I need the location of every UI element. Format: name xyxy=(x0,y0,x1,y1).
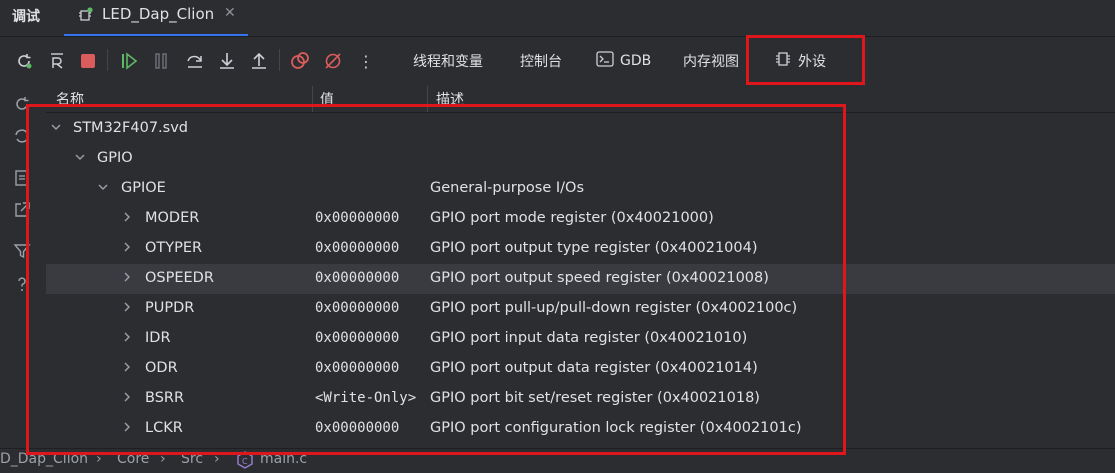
debug-title: 调试 xyxy=(12,9,40,25)
mute-breakpoints-icon[interactable] xyxy=(323,51,343,71)
step-into-icon[interactable] xyxy=(217,51,237,71)
resume-icon[interactable] xyxy=(119,51,139,71)
toolbar-divider xyxy=(107,49,108,71)
terminal-icon xyxy=(596,51,614,71)
toolbar-divider xyxy=(279,49,280,71)
pause-icon[interactable] xyxy=(151,51,171,71)
rerun-icon[interactable] xyxy=(14,51,34,71)
tab-memory-view[interactable]: 内存视图 xyxy=(683,51,739,71)
close-icon[interactable]: ✕ xyxy=(224,5,236,21)
tab-led-dap-clion[interactable]: LED_Dap_Clion ✕ xyxy=(64,0,248,36)
step-over-icon[interactable] xyxy=(185,51,205,71)
gdb-label: GDB xyxy=(620,53,652,69)
tab-threads-variables[interactable]: 线程和变量 xyxy=(413,51,483,71)
peripherals-highlight-box xyxy=(746,35,865,85)
debug-toolbar: ⋮ 线程和变量 控制台 GDB 内存视图 外设 xyxy=(0,37,1115,83)
debug-config-icon xyxy=(78,7,93,21)
stop-icon[interactable] xyxy=(78,51,98,71)
step-out-icon[interactable] xyxy=(249,51,269,71)
tab-console[interactable]: 控制台 xyxy=(520,51,562,71)
tree-highlight-box xyxy=(26,104,846,455)
debug-tab-bar: 调试 LED_Dap_Clion ✕ xyxy=(0,0,1115,37)
svg-text:C: C xyxy=(242,457,248,466)
active-tab-indicator xyxy=(64,34,248,36)
tab-gdb[interactable]: GDB xyxy=(596,51,651,71)
tab-label: LED_Dap_Clion xyxy=(102,5,215,23)
view-breakpoints-icon[interactable] xyxy=(290,51,310,71)
more-icon[interactable]: ⋮ xyxy=(356,51,376,71)
restore-registers-icon[interactable] xyxy=(47,51,67,71)
